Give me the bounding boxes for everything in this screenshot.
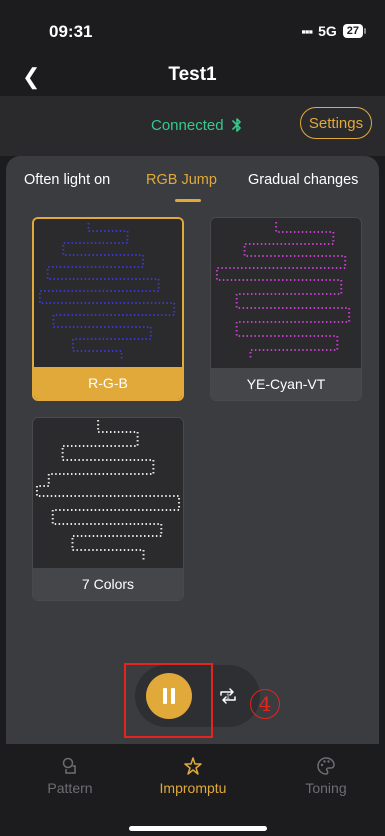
connection-bar: Connected Settings: [0, 96, 385, 156]
settings-button[interactable]: Settings: [300, 107, 372, 139]
tab-rgb-jump[interactable]: RGB Jump: [146, 172, 217, 188]
repeat-one-icon[interactable]: 1: [218, 686, 238, 706]
annotation-highlight-box: [124, 663, 213, 738]
svg-text:1: 1: [226, 694, 230, 701]
status-time: 09:31: [49, 22, 93, 41]
bluetooth-icon: [231, 118, 241, 132]
pattern-card-label: R-G-B: [34, 367, 182, 399]
impromptu-icon: [184, 757, 202, 775]
tab-often-light-on[interactable]: Often light on: [24, 172, 110, 188]
nav-item-label: Pattern: [47, 780, 93, 796]
connection-status-label: Connected: [151, 116, 224, 134]
pattern-card-label: 7 Colors: [33, 568, 183, 600]
tab-gradual-changes[interactable]: Gradual changes: [248, 172, 358, 188]
nav-item-label: Toning: [305, 780, 347, 796]
pattern-card-7-colors[interactable]: 7 Colors: [32, 417, 184, 601]
nav-item-pattern[interactable]: Pattern: [20, 756, 120, 796]
status-indicators: ▪▪▪ 5G 27: [301, 23, 367, 39]
pattern-icon: [62, 757, 76, 774]
pattern-card-label: YE-Cyan-VT: [211, 368, 361, 400]
network-label: 5G: [318, 23, 337, 39]
signal-icon: ▪▪▪: [301, 23, 313, 39]
pattern-card-r-g-b[interactable]: R-G-B: [32, 217, 184, 401]
connection-status: Connected: [151, 116, 244, 134]
pattern-preview: [211, 218, 361, 368]
mode-tabs: Often light on RGB Jump Gradual changes: [6, 172, 379, 208]
status-bar: 09:31 ▪▪▪ 5G 27: [0, 0, 385, 56]
active-tab-indicator: [175, 199, 201, 202]
page-title: Test1: [168, 64, 217, 85]
pattern-preview: [34, 219, 182, 369]
home-indicator: [129, 826, 267, 831]
pattern-panel: Often light on RGB Jump Gradual changes …: [6, 156, 379, 744]
nav-bar: ❮ Test1: [0, 56, 385, 96]
pattern-preview: [33, 418, 183, 568]
nav-item-label: Impromptu: [159, 780, 227, 796]
bottom-nav: Pattern Impromptu Toning: [0, 744, 385, 836]
palette-icon: [317, 757, 335, 775]
nav-item-toning[interactable]: Toning: [276, 756, 376, 796]
battery-icon: 27: [342, 24, 367, 38]
nav-item-impromptu[interactable]: Impromptu: [143, 756, 243, 796]
annotation-number: 4: [250, 689, 280, 719]
pattern-card-ye-cyan-vt[interactable]: YE-Cyan-VT: [210, 217, 362, 401]
